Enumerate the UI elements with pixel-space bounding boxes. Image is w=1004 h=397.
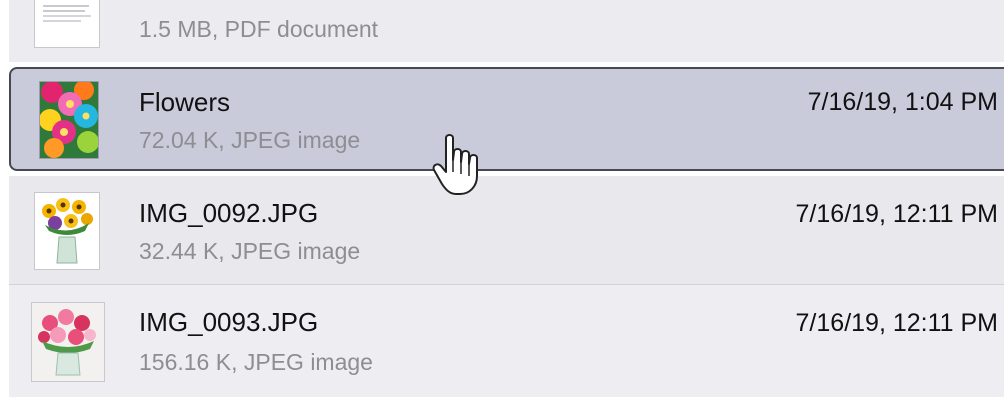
file-name: IMG_0092.JPG xyxy=(139,198,319,228)
file-meta: 1.5 MB, PDF document xyxy=(139,16,379,42)
sunflower-vase-thumbnail xyxy=(34,192,100,270)
file-row-img-0093[interactable]: IMG_0093.JPG 156.16 K, JPEG image 7/16/1… xyxy=(9,285,1004,397)
file-row-flowers[interactable]: Flowers 72.04 K, JPEG image 7/16/19, 1:0… xyxy=(9,67,1004,171)
pdf-document-thumbnail xyxy=(34,0,100,48)
file-date: 7/16/19, 12:11 PM xyxy=(795,200,998,228)
file-name: IMG_0093.JPG xyxy=(139,307,319,337)
file-list: 1.5 MB, PDF document Flowers 72.04 K, JP… xyxy=(9,0,1004,397)
file-name: Flowers xyxy=(139,87,231,117)
file-row-img-0092[interactable]: IMG_0092.JPG 32.44 K, JPEG image 7/16/19… xyxy=(9,176,1004,284)
rose-bouquet-thumbnail xyxy=(31,302,105,382)
hand-pointer-icon xyxy=(432,132,494,198)
file-date: 7/16/19, 1:04 PM xyxy=(807,88,998,116)
file-row-pdf[interactable]: 1.5 MB, PDF document xyxy=(9,0,1004,62)
file-meta: 32.44 K, JPEG image xyxy=(139,238,361,264)
file-meta: 72.04 K, JPEG image xyxy=(139,127,361,153)
file-meta: 156.16 K, JPEG image xyxy=(139,349,373,375)
file-date: 7/16/19, 12:11 PM xyxy=(795,309,998,337)
flowers-image-thumbnail xyxy=(39,81,99,159)
